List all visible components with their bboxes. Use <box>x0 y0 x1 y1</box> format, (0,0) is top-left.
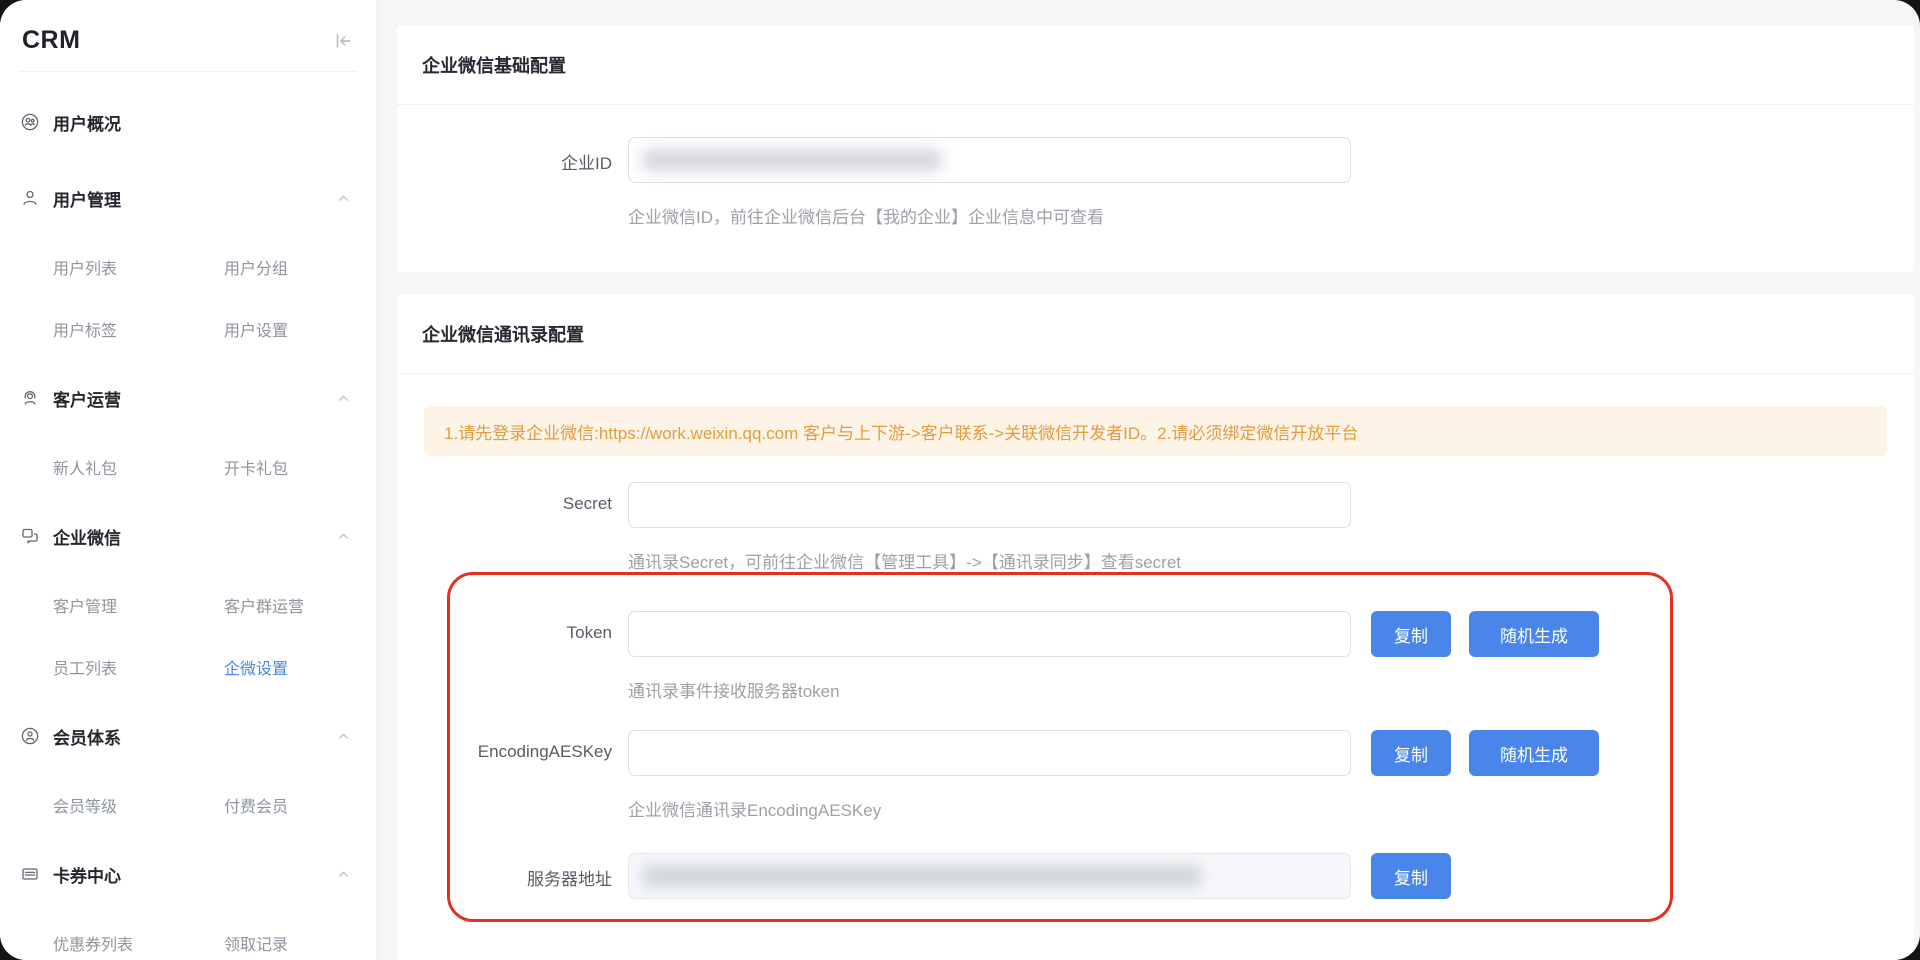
sidebar-item-wechat-settings-active[interactable]: 企微设置 <box>224 655 356 679</box>
chevron-up-icon <box>337 530 350 543</box>
sidebar-item-customer-group-ops[interactable]: 客户群运营 <box>224 593 356 617</box>
sidebar-item-user-settings[interactable]: 用户设置 <box>224 317 356 341</box>
app-window: CRM 用户概况 用户管理 <box>0 0 1920 960</box>
secret-input[interactable] <box>628 482 1351 528</box>
sidebar-item-newcomer-pack[interactable]: 新人礼包 <box>53 455 224 479</box>
member-icon <box>20 726 40 746</box>
app-title: CRM <box>22 26 80 55</box>
sidebar-group-label: 用户管理 <box>53 186 121 211</box>
corp-id-input[interactable] <box>628 137 1351 183</box>
token-label: Token <box>422 611 612 643</box>
user-icon <box>20 188 40 208</box>
addressbook-config-body: 1.请先登录企业微信:https://work.weixin.qq.com 客户… <box>397 374 1914 960</box>
aes-key-input[interactable] <box>628 730 1351 776</box>
sidebar-item-user-tags[interactable]: 用户标签 <box>53 317 224 341</box>
token-row: Token 复制 随机生成 通讯录事件接收服务器token <box>422 611 1889 730</box>
aes-key-row: EncodingAESKey 复制 随机生成 企业微信通讯录EncodingAE… <box>422 730 1889 853</box>
sidebar-collapse-icon[interactable] <box>332 30 354 52</box>
aes-key-label: EncodingAESKey <box>422 730 612 762</box>
sidebar-item-customer-ops[interactable]: 客户运营 <box>20 360 356 436</box>
warning-banner: 1.请先登录企业微信:https://work.weixin.qq.com 客户… <box>424 406 1887 456</box>
sidebar-group-label: 用户概况 <box>53 110 121 135</box>
sidebar-item-user-list[interactable]: 用户列表 <box>53 255 224 279</box>
aes-key-random-generate-button[interactable]: 随机生成 <box>1469 730 1599 776</box>
aes-key-copy-button[interactable]: 复制 <box>1371 730 1451 776</box>
sidebar-sub-row: 客户管理 客户群运营 <box>20 574 356 636</box>
secret-row: Secret 通讯录Secret，可前往企业微信【管理工具】->【通讯录同步】查… <box>422 482 1889 611</box>
server-url-label: 服务器地址 <box>422 853 612 890</box>
main-content: 企业微信基础配置 企业ID 企业微信ID，前往企业微信后台【我的企业】企业信息中… <box>377 0 1920 960</box>
sidebar-sub-row: 新人礼包 开卡礼包 <box>20 436 356 498</box>
sidebar-item-card-center[interactable]: 卡券中心 <box>20 836 356 912</box>
addressbook-config-card: 企业微信通讯录配置 1.请先登录企业微信:https://work.weixin… <box>397 294 1914 960</box>
chevron-up-icon <box>337 192 350 205</box>
sidebar-sub-row: 用户列表 用户分组 <box>20 236 356 298</box>
addressbook-config-title: 企业微信通讯录配置 <box>422 321 584 347</box>
sidebar-group-label: 会员体系 <box>53 724 121 749</box>
sidebar-item-staff-list[interactable]: 员工列表 <box>53 655 224 679</box>
sidebar-sub-row: 优惠券列表 领取记录 <box>20 912 356 960</box>
sidebar-item-member-level[interactable]: 会员等级 <box>53 793 224 817</box>
sidebar: CRM 用户概况 用户管理 <box>0 0 377 960</box>
sidebar-item-claim-records[interactable]: 领取记录 <box>224 931 356 955</box>
corp-id-label: 企业ID <box>422 137 612 174</box>
addressbook-config-header: 企业微信通讯录配置 <box>397 294 1914 374</box>
corp-id-help: 企业微信ID，前往企业微信后台【我的企业】企业信息中可查看 <box>628 203 1351 228</box>
base-config-header: 企业微信基础配置 <box>397 25 1914 105</box>
sidebar-item-user-overview[interactable]: 用户概况 <box>20 84 356 160</box>
aes-key-help: 企业微信通讯录EncodingAESKey <box>628 796 1599 821</box>
token-copy-button[interactable]: 复制 <box>1371 611 1451 657</box>
sidebar-group-label: 客户运营 <box>53 386 121 411</box>
card-icon <box>20 864 40 884</box>
sidebar-group-label: 卡券中心 <box>53 862 121 887</box>
token-help: 通讯录事件接收服务器token <box>628 677 1599 702</box>
corp-id-row: 企业ID 企业微信ID，前往企业微信后台【我的企业】企业信息中可查看 <box>422 137 1889 228</box>
customer-ops-icon <box>20 388 40 408</box>
sidebar-sub-row: 会员等级 付费会员 <box>20 774 356 836</box>
chevron-up-icon <box>337 868 350 881</box>
sidebar-item-user-management[interactable]: 用户管理 <box>20 160 356 236</box>
base-config-title: 企业微信基础配置 <box>422 52 566 78</box>
sidebar-item-coupon-list[interactable]: 优惠券列表 <box>53 931 224 955</box>
sidebar-item-paid-member[interactable]: 付费会员 <box>224 793 356 817</box>
token-input[interactable] <box>628 611 1351 657</box>
sidebar-divider <box>20 71 356 72</box>
sidebar-item-card-pack[interactable]: 开卡礼包 <box>224 455 356 479</box>
sidebar-group-label: 企业微信 <box>53 524 121 549</box>
secret-help: 通讯录Secret，可前往企业微信【管理工具】->【通讯录同步】查看secret <box>628 548 1351 573</box>
server-url-copy-button[interactable]: 复制 <box>1371 853 1451 899</box>
chevron-up-icon <box>337 392 350 405</box>
users-overview-icon <box>20 112 40 132</box>
sidebar-sub-row: 用户标签 用户设置 <box>20 298 356 360</box>
sidebar-sub-row: 员工列表 企微设置 <box>20 636 356 698</box>
sidebar-item-membership[interactable]: 会员体系 <box>20 698 356 774</box>
token-random-generate-button[interactable]: 随机生成 <box>1469 611 1599 657</box>
brand-row: CRM <box>20 22 356 71</box>
warning-text: 1.请先登录企业微信:https://work.weixin.qq.com 客户… <box>444 419 1358 444</box>
server-url-input <box>628 853 1351 899</box>
sidebar-item-customer-management[interactable]: 客户管理 <box>53 593 224 617</box>
secret-label: Secret <box>422 482 612 514</box>
server-url-row: 服务器地址 复制 <box>422 853 1889 899</box>
sidebar-item-user-group[interactable]: 用户分组 <box>224 255 356 279</box>
chevron-up-icon <box>337 730 350 743</box>
base-config-card: 企业微信基础配置 企业ID 企业微信ID，前往企业微信后台【我的企业】企业信息中… <box>397 25 1914 272</box>
wechat-work-icon <box>20 526 40 546</box>
sidebar-item-wechat-work[interactable]: 企业微信 <box>20 498 356 574</box>
base-config-body: 企业ID 企业微信ID，前往企业微信后台【我的企业】企业信息中可查看 <box>397 105 1914 272</box>
